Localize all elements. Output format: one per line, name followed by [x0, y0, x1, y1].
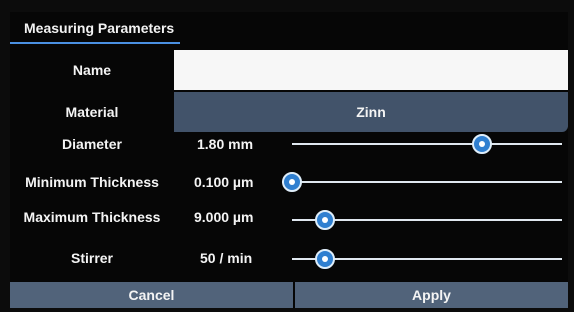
- name-input[interactable]: [174, 50, 568, 90]
- title-bar: Measuring Parameters: [10, 12, 180, 44]
- maximum-thickness-value: 9.000 µm: [194, 209, 254, 225]
- material-select[interactable]: Zinn: [174, 92, 568, 132]
- stirrer-label: Stirrer: [70, 250, 114, 266]
- material-label: Material: [65, 104, 119, 120]
- minimum-thickness-value: 0.100 µm: [194, 174, 254, 190]
- device-bezel: Measuring Parameters Name Material Zinn …: [0, 0, 574, 312]
- stirrer-value: 50 / min: [200, 250, 253, 266]
- maximum-thickness-slider-thumb[interactable]: [314, 210, 335, 230]
- cancel-button[interactable]: Cancel: [10, 282, 293, 308]
- diameter-value: 1.80 mm: [197, 136, 254, 152]
- diameter-slider-track[interactable]: [292, 143, 562, 145]
- apply-button-label: Apply: [412, 287, 451, 303]
- minimum-thickness-label: Minimum Thickness: [25, 174, 159, 190]
- maximum-thickness-label: Maximum Thickness: [23, 209, 161, 225]
- diameter-label: Diameter: [62, 136, 122, 152]
- minimum-thickness-slider-track[interactable]: [282, 181, 562, 183]
- measuring-parameters-dialog: Measuring Parameters Name Material Zinn …: [10, 12, 568, 308]
- minimum-thickness-slider-thumb[interactable]: [282, 172, 302, 192]
- cancel-button-label: Cancel: [128, 287, 175, 303]
- stirrer-slider-thumb[interactable]: [314, 249, 335, 269]
- dialog-title: Measuring Parameters: [24, 20, 175, 36]
- diameter-slider-thumb[interactable]: [472, 134, 492, 154]
- material-value: Zinn: [356, 104, 386, 120]
- apply-button[interactable]: Apply: [295, 282, 568, 308]
- name-label: Name: [72, 62, 112, 78]
